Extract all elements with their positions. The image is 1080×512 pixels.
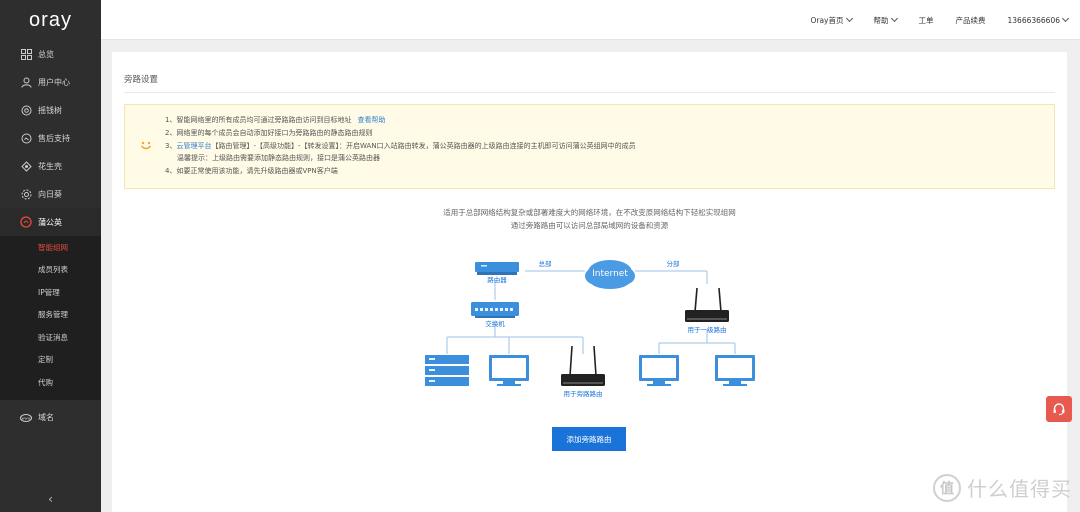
notice-item: 3、云管理平台【路由管理】-【高级功能】-【转发设置】：开启WAN口入站路由转发…	[165, 140, 636, 153]
smile-icon	[140, 141, 152, 150]
oray-home-menu[interactable]: Oray首页	[810, 14, 853, 26]
notice-tip: 温馨提示：上级路由需要添加静态路由规则，接口是蒲公英路由器	[177, 154, 380, 163]
dandelion-icon	[20, 216, 32, 228]
notice-text: 【路由管理】-【高级功能】-【转发设置】：开启WAN口入站路由转发，蒲公英路由器…	[211, 141, 636, 150]
router-label: 路由器	[487, 275, 507, 284]
notice-list: 1、智能网络里的所有成员均可通过旁路路由访问到目标地址 查看帮助 2、网络里的每个…	[165, 114, 636, 178]
divider	[124, 92, 1055, 93]
notice-index: 3、	[165, 141, 177, 150]
internet-label: Internet	[592, 269, 628, 279]
sidebar-item-domain[interactable]: www 域名	[0, 404, 101, 432]
notice-item: 1、智能网络里的所有成员均可通过旁路路由访问到目标地址 查看帮助	[165, 114, 636, 127]
chevron-down-icon	[1061, 14, 1070, 23]
oray-logo[interactable]: oray	[0, 0, 101, 40]
sidebar-item-overview[interactable]: 总览	[0, 40, 101, 68]
sidebar-sub-smart-network[interactable]: 智能组网	[0, 236, 101, 259]
sidebar-sub-custom[interactable]: 定制	[0, 349, 101, 372]
sidebar-item-support[interactable]: 售后支持	[0, 124, 101, 152]
sidebar-item-peanut[interactable]: 花生壳	[0, 152, 101, 180]
sidebar-sub-ip-management[interactable]: IP管理	[0, 281, 101, 304]
add-bypass-router-button[interactable]: 添加旁路路由	[552, 427, 626, 451]
sidebar-item-label: 蒲公英	[38, 217, 62, 227]
sidebar-item-label: 售后支持	[38, 133, 70, 143]
watermark-logo-icon: 值	[933, 473, 961, 502]
collapse-sidebar-icon[interactable]: ‹	[0, 492, 101, 506]
description-line: 适用于总部网络结构复杂或部署难度大的网络环境，在不改变原网络结构下轻松实现组网	[443, 208, 736, 217]
sidebar-sub-service-management[interactable]: 服务管理	[0, 304, 101, 327]
cloud-platform-link[interactable]: 云管理平台	[176, 142, 211, 150]
server-icon	[425, 355, 469, 386]
top-navigation: Oray首页 帮助 工单 产品续费 13666366606	[788, 0, 1070, 40]
sidebar-sub-purchase[interactable]: 代购	[0, 371, 101, 394]
view-help-link[interactable]: 查看帮助	[357, 116, 385, 124]
hq-label: 总部	[539, 259, 553, 268]
watermark-text: 什么值得买	[967, 477, 1072, 501]
www-icon: www	[20, 412, 32, 424]
sunflower-icon	[20, 188, 32, 200]
sidebar-item-label: 花生壳	[38, 161, 62, 171]
svg-text:www: www	[22, 416, 31, 420]
monitor-icon	[639, 355, 679, 386]
sidebar-item-label: 摇钱树	[38, 105, 62, 115]
account-label: 13666366606	[1007, 15, 1061, 25]
main-card: 旁路设置 1、智能网络里的所有成员均可通过旁路路由访问到目标地址 查看帮助 2、网…	[112, 52, 1067, 512]
sidebar-item-label: 向日葵	[38, 189, 62, 199]
sidebar: oray 总览 用户中心 摇钱树 售后支持 花生壳 向日葵 蒲公英 智能组网 成…	[0, 0, 101, 512]
account-menu[interactable]: 13666366606	[1007, 14, 1070, 25]
tree-icon	[20, 104, 32, 116]
oray-home-label: Oray首页	[810, 15, 844, 25]
page-title: 旁路设置	[124, 75, 159, 85]
sidebar-item-label: 域名	[38, 413, 54, 422]
sidebar-submenu: 智能组网 成员列表 IP管理 服务管理 验证消息 定制 代购	[0, 236, 101, 400]
floating-support-button[interactable]	[1046, 396, 1072, 422]
renew-link[interactable]: 产品续费	[956, 15, 986, 26]
chevron-down-icon	[845, 14, 853, 23]
router-icon	[475, 262, 519, 275]
notice-item: 4、如要正常使用该功能，请先升级路由器或VPN客户端	[165, 167, 338, 176]
branch-label: 分部	[667, 259, 681, 268]
description-line: 通过旁路路由可以访问总部局域网的设备和资源	[510, 221, 669, 230]
support-icon	[20, 132, 32, 144]
network-diagram: 路由器 总部 Internet 分部 交换机 用于一级路由 用于旁路路由	[417, 252, 797, 412]
sidebar-item-label: 总览	[38, 49, 54, 59]
monitor-icon	[489, 355, 529, 386]
bypass-router-label: 用于旁路路由	[564, 389, 603, 398]
peanut-icon	[20, 160, 32, 172]
sidebar-sub-members[interactable]: 成员列表	[0, 259, 101, 282]
description: 适用于总部网络结构复杂或部署难度大的网络环境，在不改变原网络结构下轻松实现组网 …	[112, 206, 1067, 232]
chevron-down-icon	[890, 14, 898, 23]
level1-router-icon	[685, 287, 729, 322]
sidebar-item-sunflower[interactable]: 向日葵	[0, 180, 101, 208]
help-menu[interactable]: 帮助	[873, 14, 898, 26]
sidebar-item-user-center[interactable]: 用户中心	[0, 68, 101, 96]
notice-text: 1、智能网络里的所有成员均可通过旁路路由访问到目标地址	[165, 116, 352, 124]
user-icon	[20, 76, 32, 88]
notice-item: 2、网络里的每个成员会自动添加好接口为旁路路由的静态路由规则	[165, 128, 373, 137]
help-label: 帮助	[873, 15, 889, 25]
ticket-link[interactable]: 工单	[919, 15, 934, 26]
sidebar-item-dandelion[interactable]: 蒲公英	[0, 208, 101, 236]
sidebar-item-money-tree[interactable]: 摇钱树	[0, 96, 101, 124]
switch-icon	[471, 302, 519, 318]
watermark: 值 什么值得买	[933, 473, 1072, 502]
switch-label: 交换机	[485, 319, 505, 328]
grid-icon	[20, 48, 32, 60]
sidebar-item-label: 用户中心	[38, 77, 70, 87]
headset-icon	[1053, 403, 1065, 416]
level1-router-label: 用于一级路由	[688, 325, 727, 334]
sidebar-sub-verify-messages[interactable]: 验证消息	[0, 326, 101, 349]
topbar: Oray首页 帮助 工单 产品续费 13666366606	[101, 0, 1080, 40]
monitor-icon	[715, 355, 755, 386]
notice-box: 1、智能网络里的所有成员均可通过旁路路由访问到目标地址 查看帮助 2、网络里的每个…	[124, 104, 1055, 189]
